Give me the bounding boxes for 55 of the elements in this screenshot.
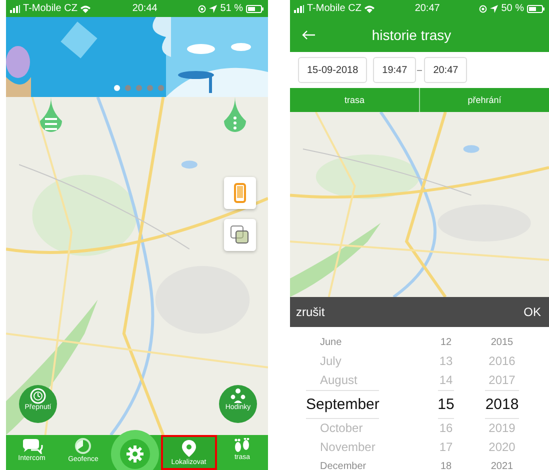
- picker-option[interactable]: 14: [439, 371, 453, 390]
- clock-time: 20:47: [414, 3, 440, 14]
- date-field[interactable]: 15-09-2018: [298, 57, 368, 83]
- clock-time: 20:44: [132, 3, 158, 14]
- screen-title: historie trasy: [370, 26, 452, 42]
- watch-icon: [30, 388, 46, 404]
- carrier-name: T-Mobile CZ: [23, 3, 78, 14]
- picker-option[interactable]: 16: [439, 419, 453, 438]
- picker-option[interactable]: 12: [440, 333, 452, 352]
- lock-rotation-icon: [479, 4, 488, 12]
- tab[interactable]: trasa: [290, 88, 419, 112]
- nav-tab[interactable]: [111, 430, 159, 470]
- picker-option[interactable]: 15: [438, 390, 454, 419]
- chat-bubbles-icon: [20, 438, 43, 454]
- carrier-name: T-Mobile CZ: [307, 3, 362, 14]
- picker-option[interactable]: 2021: [490, 457, 514, 470]
- picker-option[interactable]: September: [306, 390, 380, 419]
- phone-button[interactable]: [224, 177, 256, 209]
- settings-icon: [126, 445, 144, 463]
- location-pin-icon: [180, 440, 197, 458]
- picker-option[interactable]: 2020: [488, 438, 516, 457]
- battery-level: 50 %: [501, 3, 524, 14]
- picker-option[interactable]: 2019: [488, 419, 516, 438]
- cancel-button[interactable]: zrušit: [296, 305, 325, 319]
- battery-level: 51 %: [220, 3, 243, 14]
- picker-option[interactable]: December: [320, 457, 366, 470]
- lock-rotation-icon: [198, 4, 206, 12]
- picker-option[interactable]: July: [320, 352, 342, 371]
- people-icon: [230, 388, 246, 404]
- picker-option[interactable]: November: [320, 438, 376, 457]
- layers-button[interactable]: [224, 219, 256, 251]
- battery-icon: [527, 4, 545, 12]
- signal-icon: [10, 4, 20, 12]
- picker-option[interactable]: 17: [439, 438, 453, 457]
- picker-option[interactable]: 13: [439, 352, 453, 371]
- time-field[interactable]: 20:47: [424, 57, 468, 83]
- picker-option[interactable]: 2015: [490, 333, 514, 352]
- ok-button[interactable]: OK: [524, 305, 541, 319]
- picker-option[interactable]: October: [320, 419, 363, 438]
- time-field[interactable]: 19:47: [373, 57, 416, 83]
- wifi-icon: [80, 4, 92, 12]
- wifi-icon: [364, 4, 376, 12]
- picker-option[interactable]: 2017: [488, 371, 516, 390]
- back-arrow-icon: [302, 30, 316, 40]
- location-arrow-icon: [209, 4, 218, 12]
- picker-option[interactable]: 18: [440, 457, 452, 470]
- location-arrow-icon: [490, 4, 498, 12]
- picker-option[interactable]: June: [320, 333, 342, 352]
- signal-icon: [294, 4, 304, 12]
- layers-icon: [230, 225, 250, 245]
- phone-icon: [234, 183, 246, 203]
- picker-option[interactable]: 2016: [488, 352, 516, 371]
- picker-option[interactable]: 2018: [485, 390, 519, 419]
- picker-option[interactable]: August: [320, 371, 358, 390]
- battery-icon: [246, 4, 264, 12]
